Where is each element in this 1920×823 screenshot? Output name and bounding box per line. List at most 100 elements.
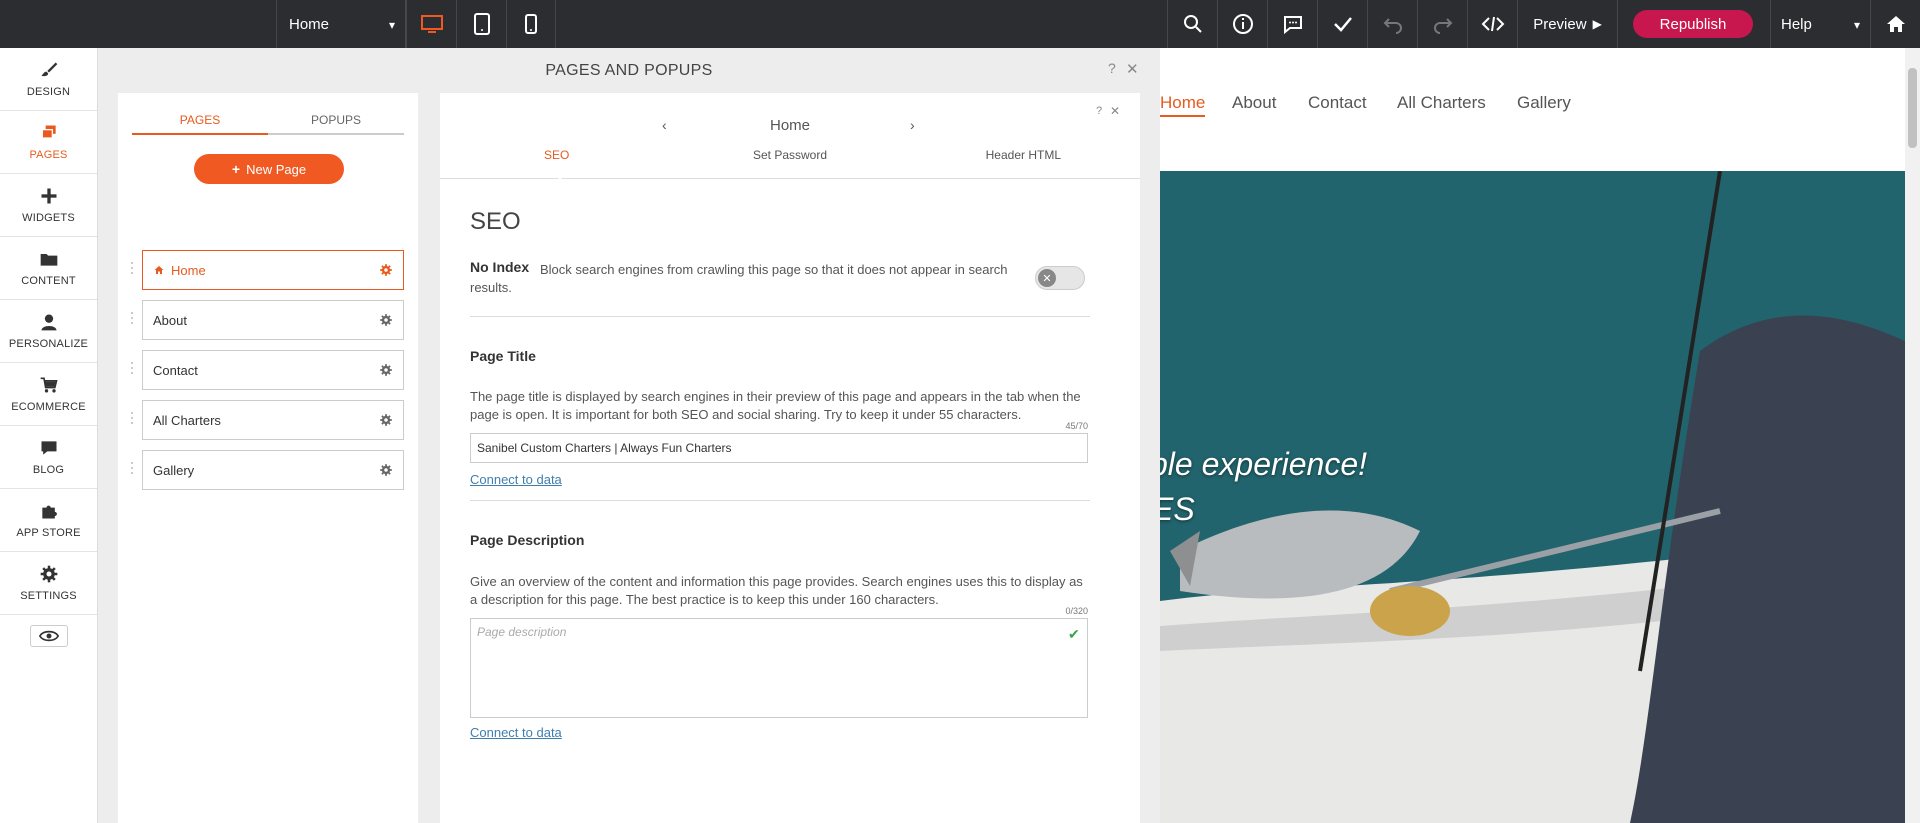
page-item-contact[interactable]: Contact [142, 350, 404, 390]
sidebar-item-app-store[interactable]: APP STORE [0, 489, 97, 552]
close-icon[interactable]: ✕ [1126, 60, 1139, 78]
divider [470, 500, 1090, 501]
sidebar-item-pages[interactable]: PAGES [0, 111, 97, 174]
code-button[interactable] [1467, 0, 1517, 48]
hero-photo [1160, 171, 1905, 823]
gear-icon[interactable] [379, 413, 393, 427]
person-icon [41, 314, 56, 331]
help-icon[interactable]: ? [1096, 105, 1102, 117]
gear-icon[interactable] [379, 313, 393, 327]
undo-icon [1383, 18, 1402, 34]
search-button[interactable] [1167, 0, 1217, 48]
sidebar-item-personalize[interactable]: PERSONALIZE [0, 300, 97, 363]
sidebar-item-blog[interactable]: BLOG [0, 426, 97, 489]
gear-icon[interactable] [379, 263, 393, 277]
dialog-tabs: SEO Set Password Header HTML [440, 148, 1140, 162]
puzzle-icon [41, 505, 57, 519]
hero-headline: ble experience! [1160, 446, 1368, 482]
desktop-view-button[interactable] [406, 0, 456, 48]
page-selector[interactable]: Home ▾ [276, 0, 406, 48]
tab-pages[interactable]: PAGES [132, 113, 268, 135]
mobile-icon [525, 14, 537, 34]
tab-popups[interactable]: POPUPS [268, 113, 404, 133]
page-item-gallery[interactable]: Gallery [142, 450, 404, 490]
redo-button[interactable] [1417, 0, 1467, 48]
dialog-page-name: Home [769, 117, 810, 134]
website-preview: Home About Contact All Charters Gallery … [1160, 48, 1920, 823]
page-item-label: About [153, 312, 187, 328]
page-settings-dialog: ‹ Home › ? ✕ SEO Set Password Header HTM… [440, 93, 1140, 823]
page-title-description: The page title is displayed by search en… [470, 389, 1081, 422]
drag-handle-icon[interactable] [130, 311, 134, 325]
sidebar-item-widgets[interactable]: WIDGETS [0, 174, 97, 237]
site-nav-about[interactable]: About [1232, 93, 1276, 113]
page-title-input[interactable] [470, 433, 1088, 463]
new-page-button[interactable]: + New Page [194, 154, 344, 184]
tab-seo[interactable]: SEO [440, 148, 673, 162]
help-menu[interactable]: Help ▾ [1770, 0, 1870, 48]
site-nav-home[interactable]: Home [1160, 93, 1206, 117]
connect-to-data-link[interactable]: Connect to data [470, 472, 562, 487]
sidebar-item-content[interactable]: CONTENT [0, 237, 97, 300]
search-icon [1183, 15, 1202, 33]
gear-icon [40, 565, 57, 583]
home-icon [154, 266, 164, 274]
close-icon: ✕ [1038, 269, 1056, 287]
preview-toggle-button[interactable] [29, 625, 68, 647]
code-icon [1481, 16, 1504, 32]
desktop-icon [420, 15, 443, 33]
page-description-label: Page Description [470, 532, 585, 548]
site-nav-contact[interactable]: Contact [1308, 93, 1367, 113]
sidebar-item-label: BLOG [32, 464, 65, 476]
gear-icon[interactable] [379, 463, 393, 477]
sidebar-item-ecommerce[interactable]: ECOMMERCE [0, 363, 97, 426]
drag-handle-icon[interactable] [130, 361, 134, 375]
scrollbar-thumb[interactable] [1908, 68, 1917, 148]
info-button[interactable] [1217, 0, 1267, 48]
undo-button[interactable] [1367, 0, 1417, 48]
connect-to-data-link[interactable]: Connect to data [470, 725, 562, 740]
scrollbar[interactable] [1905, 48, 1920, 823]
comments-button[interactable] [1267, 0, 1317, 48]
republish-button[interactable]: Republish [1633, 10, 1753, 38]
sidebar-item-settings[interactable]: SETTINGS [0, 552, 97, 615]
page-description-input[interactable] [470, 618, 1088, 718]
sidebar-item-label: WIDGETS [22, 212, 75, 224]
pages-subtabs: PAGES POPUPS [132, 113, 404, 135]
tab-header-html[interactable]: Header HTML [907, 148, 1140, 162]
mobile-view-button[interactable] [506, 0, 556, 48]
tablet-view-button[interactable] [456, 0, 506, 48]
plus-icon: + [231, 161, 241, 177]
sidebar-item-label: ECOMMERCE [11, 401, 86, 413]
cart-icon [40, 377, 58, 393]
preview-label: Preview [1533, 15, 1587, 33]
page-item-about[interactable]: About [142, 300, 404, 340]
drag-handle-icon[interactable] [130, 411, 134, 425]
close-icon[interactable]: ✕ [1110, 104, 1120, 118]
check-button[interactable] [1317, 0, 1367, 48]
home-button[interactable] [1870, 0, 1920, 48]
page-item-all-charters[interactable]: All Charters [142, 400, 404, 440]
chat-icon [41, 441, 56, 455]
folder-icon [40, 254, 57, 266]
tab-set-password[interactable]: Set Password [673, 148, 906, 162]
gear-icon[interactable] [379, 363, 393, 377]
drag-handle-icon[interactable] [130, 461, 134, 475]
pages-popups-panel: PAGES AND POPUPS ? ✕ PAGES POPUPS + New … [98, 48, 1160, 823]
page-description-help: Give an overview of the content and info… [470, 574, 1083, 607]
sidebar-item-label: CONTENT [21, 275, 76, 287]
dialog-header: ‹ Home › ? ✕ SEO Set Password Header HTM… [440, 93, 1140, 180]
preview-button[interactable]: Preview ▶ [1517, 0, 1617, 48]
help-icon[interactable]: ? [1108, 60, 1116, 76]
new-page-label: New Page [246, 161, 307, 177]
page-item-home[interactable]: Home [142, 250, 404, 290]
tab-pointer [552, 172, 568, 180]
chevron-right-icon[interactable]: › [910, 117, 915, 133]
site-nav-all-charters[interactable]: All Charters [1397, 93, 1486, 113]
site-nav-gallery[interactable]: Gallery [1517, 93, 1571, 113]
sidebar-item-label: DESIGN [26, 86, 71, 98]
page-item-label: Home [171, 262, 206, 278]
no-index-toggle[interactable]: ✕ [1035, 266, 1085, 290]
drag-handle-icon[interactable] [130, 261, 134, 275]
sidebar-item-design[interactable]: DESIGN [0, 48, 97, 111]
